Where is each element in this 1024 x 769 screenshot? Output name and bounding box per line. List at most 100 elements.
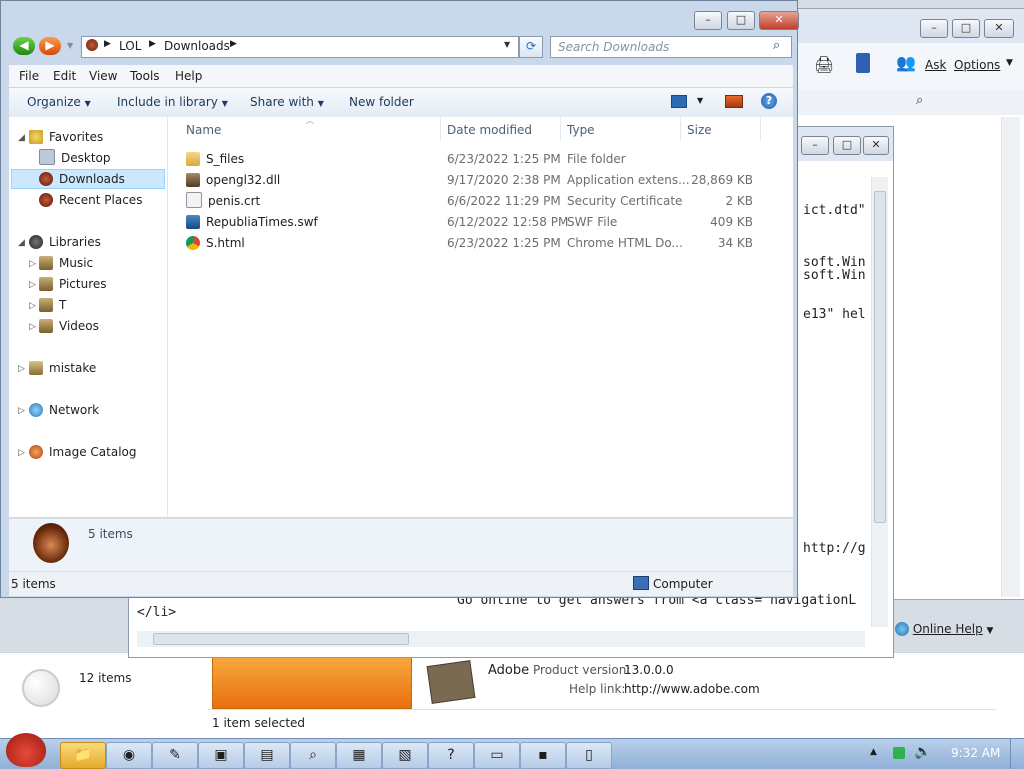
online-help-button[interactable]: Online Help ▼	[895, 622, 993, 636]
app-taskbar-button[interactable]: ▭	[474, 742, 520, 769]
file-row[interactable]: S_files	[186, 149, 244, 169]
options-button[interactable]: Options	[954, 58, 1000, 72]
expand-icon[interactable]: ▷	[18, 406, 25, 416]
vertical-scrollbar[interactable]	[1001, 117, 1020, 597]
expand-icon[interactable]: ▷	[29, 259, 36, 269]
chevron-right-icon[interactable]: ▶	[104, 39, 111, 49]
ask-button[interactable]: Ask	[925, 58, 946, 72]
column-header-date[interactable]: Date modified	[447, 123, 532, 137]
search-box[interactable]: Search Downloads ⌕	[550, 36, 792, 58]
chevron-down-icon[interactable]: ▼	[697, 96, 703, 105]
background-window-search[interactable]: ⌕	[796, 89, 1024, 115]
file-row[interactable]: S.html	[186, 233, 245, 253]
nav-desktop[interactable]: Desktop	[39, 148, 111, 168]
scroll-thumb[interactable]	[874, 191, 886, 523]
scroll-thumb[interactable]	[153, 633, 409, 645]
nav-recent-places[interactable]: Recent Places	[39, 190, 142, 210]
nav-label: Image Catalog	[49, 445, 137, 459]
minimize-button[interactable]: –	[920, 19, 948, 38]
refresh-button[interactable]: ⟳	[519, 36, 543, 58]
start-button[interactable]	[6, 733, 46, 767]
menu-edit[interactable]: Edit	[53, 69, 76, 83]
app-taskbar-button[interactable]: ▪	[520, 742, 566, 769]
back-button[interactable]: ◀	[13, 37, 35, 55]
expand-icon[interactable]: ◢	[18, 238, 25, 248]
show-hidden-icons[interactable]: ▲	[870, 747, 877, 757]
maximize-button[interactable]: □	[727, 11, 755, 30]
nav-mistake[interactable]: mistake	[29, 358, 96, 378]
new-folder-button[interactable]: New folder	[349, 95, 414, 109]
file-row[interactable]: opengl32.dll	[186, 170, 280, 190]
help-link-value[interactable]: http://www.adobe.com	[624, 682, 760, 696]
expand-icon[interactable]: ▷	[29, 301, 36, 311]
nav-image-catalog[interactable]: Image Catalog	[29, 442, 136, 462]
show-desktop-button[interactable]	[1010, 739, 1024, 769]
expand-icon[interactable]: ▷	[29, 322, 36, 332]
expand-icon[interactable]: ▷	[18, 364, 25, 374]
app-taskbar-button[interactable]: ▧	[382, 742, 428, 769]
app-taskbar-button[interactable]: ✎	[152, 742, 198, 769]
clock[interactable]: 9:32 AM	[951, 746, 1000, 760]
minimize-button[interactable]: –	[801, 136, 829, 155]
vertical-scrollbar[interactable]	[871, 177, 888, 627]
column-header-size[interactable]: Size	[687, 123, 712, 137]
app-taskbar-button[interactable]: ▣	[198, 742, 244, 769]
help-taskbar-button[interactable]: ?	[428, 742, 474, 769]
nav-t[interactable]: T	[39, 295, 66, 315]
nav-videos[interactable]: Videos	[39, 316, 99, 336]
chevron-right-icon[interactable]: ▶	[149, 39, 156, 49]
menu-tools[interactable]: Tools	[130, 69, 160, 83]
organize-button[interactable]: Organize ▼	[27, 95, 91, 109]
search-icon[interactable]: ⌕	[916, 93, 923, 108]
share-with-button[interactable]: Share with ▼	[250, 95, 324, 109]
menu-file[interactable]: File	[19, 69, 39, 83]
nav-network[interactable]: Network	[29, 400, 99, 420]
chrome-taskbar-button[interactable]: ◉	[106, 742, 152, 769]
view-icon[interactable]	[671, 95, 687, 108]
breadcrumb-item[interactable]: Downloads	[164, 39, 230, 53]
tray-app-icon[interactable]	[893, 747, 905, 759]
column-header-type[interactable]: Type	[567, 123, 595, 137]
column-header-name[interactable]: Name	[186, 123, 221, 137]
file-row[interactable]: RepubliaTimes.swf	[186, 212, 318, 232]
minimize-button[interactable]: –	[694, 11, 722, 30]
preview-pane-icon[interactable]	[725, 95, 743, 108]
app-taskbar-button[interactable]: ⌕	[290, 742, 336, 769]
book-icon[interactable]	[856, 53, 870, 73]
menu-help[interactable]: Help	[175, 69, 202, 83]
maximize-button[interactable]: □	[833, 136, 861, 155]
breadcrumb-item[interactable]: LOL	[119, 39, 141, 53]
forward-button[interactable]: ▶	[39, 37, 61, 55]
expand-icon[interactable]: ◢	[18, 133, 25, 143]
include-in-library-button[interactable]: Include in library ▼	[117, 95, 228, 109]
file-row[interactable]: penis.crt	[186, 191, 260, 211]
explorer-taskbar-button[interactable]: 📁	[60, 742, 106, 769]
maximize-button[interactable]: □	[952, 19, 980, 38]
address-bar[interactable]: ▶ LOL ▶ Downloads ▶ ▼	[81, 36, 519, 58]
chevron-down-icon[interactable]: ▼	[504, 40, 510, 49]
close-button[interactable]: ✕	[863, 136, 889, 155]
print-icon[interactable]: 🖨	[814, 55, 834, 74]
notepad-taskbar-button[interactable]: ▯	[566, 742, 612, 769]
close-button[interactable]: ✕	[759, 11, 799, 30]
app-taskbar-button[interactable]: ▦	[336, 742, 382, 769]
expand-icon[interactable]: ▷	[29, 280, 36, 290]
libraries-icon	[29, 235, 43, 249]
nav-pictures[interactable]: Pictures	[39, 274, 107, 294]
nav-libraries[interactable]: Libraries	[29, 232, 101, 252]
nav-music[interactable]: Music	[39, 253, 93, 273]
horizontal-scrollbar[interactable]	[137, 631, 865, 647]
help-icon[interactable]: ?	[761, 93, 777, 109]
close-button[interactable]: ✕	[984, 19, 1014, 38]
nav-favorites[interactable]: Favorites	[29, 127, 103, 147]
volume-icon[interactable]: 🔈	[914, 744, 931, 760]
app-taskbar-button[interactable]: ▤	[244, 742, 290, 769]
chevron-right-icon[interactable]: ▶	[230, 39, 237, 49]
menu-view[interactable]: View	[89, 69, 117, 83]
recent-pages-icon[interactable]: ▼	[67, 41, 73, 50]
chevron-down-icon[interactable]: ▼	[1006, 58, 1013, 68]
expand-icon[interactable]: ▷	[18, 448, 25, 458]
search-icon[interactable]: ⌕	[773, 38, 780, 53]
nav-downloads[interactable]: Downloads	[39, 169, 125, 189]
search-input[interactable]: Search Downloads	[558, 40, 669, 54]
